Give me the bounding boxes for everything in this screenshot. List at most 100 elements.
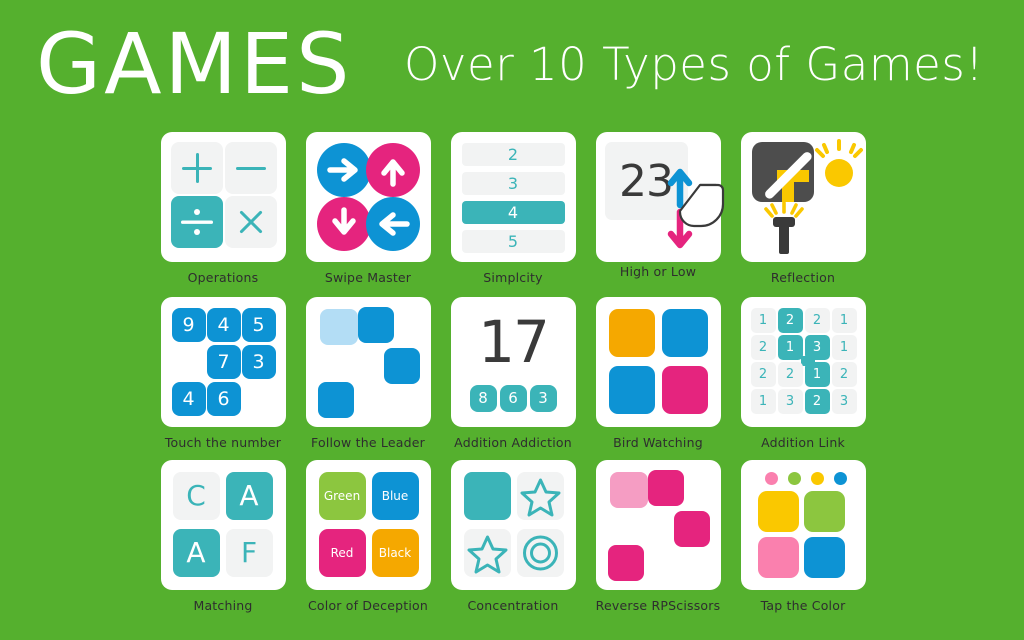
color-word-tile[interactable]: Green [318,472,366,520]
game-card-color-of-deception[interactable]: Green Blue Red Black Color of Deception [296,460,440,613]
color-quadrant[interactable] [803,537,845,578]
operations-thumbnail[interactable] [160,132,286,262]
game-card-reflection[interactable]: Reflection [731,132,875,285]
link-tile[interactable]: 1 [750,389,776,414]
tap-the-color-thumbnail[interactable] [740,460,866,590]
game-label: Reverse RPScissors [595,598,721,613]
color-of-deception-thumbnail[interactable]: Green Blue Red Black [305,460,431,590]
matching-card[interactable]: F [225,529,273,577]
game-label: Operations [187,270,259,285]
color-quadrant[interactable] [608,366,655,414]
reflection-thumbnail[interactable] [740,132,866,262]
color-quadrant[interactable] [757,491,799,532]
number-tile[interactable]: 6 [206,382,241,416]
game-card-high-or-low[interactable]: 23 High or Low [586,132,730,279]
simplcity-row-selected[interactable]: 4 [461,201,565,224]
reverse-rpscissors-thumbnail[interactable] [595,460,721,590]
addition-addiction-thumbnail[interactable]: 17 8 6 3 [450,297,576,427]
link-tile-selected[interactable]: 3 [804,335,830,360]
game-card-touch-the-number[interactable]: 9 4 5 7 3 4 6 Touch the number [151,297,295,450]
sequence-square[interactable] [357,307,394,343]
game-card-operations[interactable]: Operations [151,132,295,285]
matching-card-flipped[interactable]: A [225,472,273,520]
matching-thumbnail[interactable]: C A A F [160,460,286,590]
link-tile[interactable]: 2 [831,362,857,387]
high-or-low-thumbnail[interactable]: 23 [595,132,724,262]
sequence-square[interactable] [319,309,358,345]
link-tile[interactable]: 3 [831,389,857,414]
memory-card-star[interactable] [463,529,511,577]
swipe-master-thumbnail[interactable] [305,132,431,262]
addend-tile[interactable]: 3 [529,385,557,412]
arrow-circle-left [365,197,420,251]
touch-the-number-thumbnail[interactable]: 9 4 5 7 3 4 6 [160,297,286,427]
game-card-simplcity[interactable]: 2 3 4 5 Simplcity [441,132,585,285]
simplcity-thumbnail[interactable]: 2 3 4 5 [450,132,576,262]
link-tile[interactable]: 2 [750,362,776,387]
link-tile[interactable]: 2 [777,362,803,387]
game-card-matching[interactable]: C A A F Matching [151,460,295,613]
addend-tile[interactable]: 6 [499,385,527,412]
link-tile[interactable]: 2 [750,335,776,360]
link-tile[interactable]: 1 [750,308,776,333]
follow-the-leader-thumbnail[interactable] [305,297,431,427]
link-tile[interactable]: 2 [804,308,830,333]
link-tile[interactable]: 3 [777,389,803,414]
color-dot [810,472,824,485]
link-tile-selected[interactable]: 1 [804,362,830,387]
simplcity-row[interactable]: 5 [461,230,565,253]
color-quadrant[interactable] [757,537,799,578]
operation-tile-minus[interactable] [224,142,277,194]
swipe-hint-group [667,168,724,249]
color-quadrant[interactable] [661,309,708,357]
addition-link-thumbnail[interactable]: 1 2 2 1 2 1 3 1 2 2 1 2 1 3 2 3 [740,297,866,427]
color-word-tile[interactable]: Red [318,529,366,577]
game-card-swipe-master[interactable]: Swipe Master [296,132,440,285]
number-tile[interactable]: 4 [206,308,241,342]
simplcity-row[interactable]: 2 [461,143,565,166]
sequence-square[interactable] [383,348,420,384]
number-tile[interactable]: 3 [241,345,276,379]
game-card-concentration[interactable]: Concentration [441,460,585,613]
memory-card-circle[interactable] [516,529,564,577]
sequence-square[interactable] [317,382,354,418]
link-tile-selected[interactable]: 2 [804,389,830,414]
color-quadrant[interactable] [803,491,845,532]
number-tile[interactable]: 9 [171,308,206,342]
concentration-thumbnail[interactable] [450,460,576,590]
number-tile[interactable]: 4 [171,382,206,416]
simplcity-row[interactable]: 3 [461,172,565,195]
memory-card-filled-square[interactable] [463,472,511,520]
link-tile-selected[interactable]: 2 [777,308,803,333]
color-word-tile[interactable]: Black [371,529,419,577]
link-tile[interactable]: 1 [831,335,857,360]
game-card-addition-link[interactable]: 1 2 2 1 2 1 3 1 2 2 1 2 1 3 2 3 Addition… [731,297,875,450]
rps-square[interactable] [647,470,684,506]
number-tile[interactable]: 5 [241,308,276,342]
matching-card[interactable]: C [172,472,220,520]
rps-square[interactable] [673,511,710,547]
memory-card-star[interactable] [516,472,564,520]
operation-tile-multiply[interactable] [224,196,277,248]
game-card-bird-watching[interactable]: Bird Watching [586,297,730,450]
link-tile-selected[interactable]: 1 [777,335,803,360]
game-card-tap-the-color[interactable]: Tap the Color [731,460,875,613]
bird-watching-thumbnail[interactable] [595,297,721,427]
page-header: GAMES Over 10 Types of Games! [0,0,1024,126]
number-tile[interactable]: 7 [206,345,241,379]
game-card-reverse-rpscissors[interactable]: Reverse RPScissors [586,460,730,613]
matching-card-flipped[interactable]: A [172,529,220,577]
link-tile[interactable]: 1 [831,308,857,333]
operation-tile-plus[interactable] [170,142,223,194]
addend-tile[interactable]: 8 [469,385,497,412]
color-quadrant[interactable] [608,309,655,357]
game-label: Concentration [467,598,559,613]
game-card-follow-the-leader[interactable]: Follow the Leader [296,297,440,450]
multiply-icon [239,210,262,234]
rps-square[interactable] [607,545,644,581]
color-word-tile[interactable]: Blue [371,472,419,520]
rps-square[interactable] [609,472,648,508]
color-quadrant[interactable] [661,366,708,414]
game-card-addition-addiction[interactable]: 17 8 6 3 Addition Addiction [441,297,585,450]
operation-tile-divide[interactable] [170,196,223,248]
